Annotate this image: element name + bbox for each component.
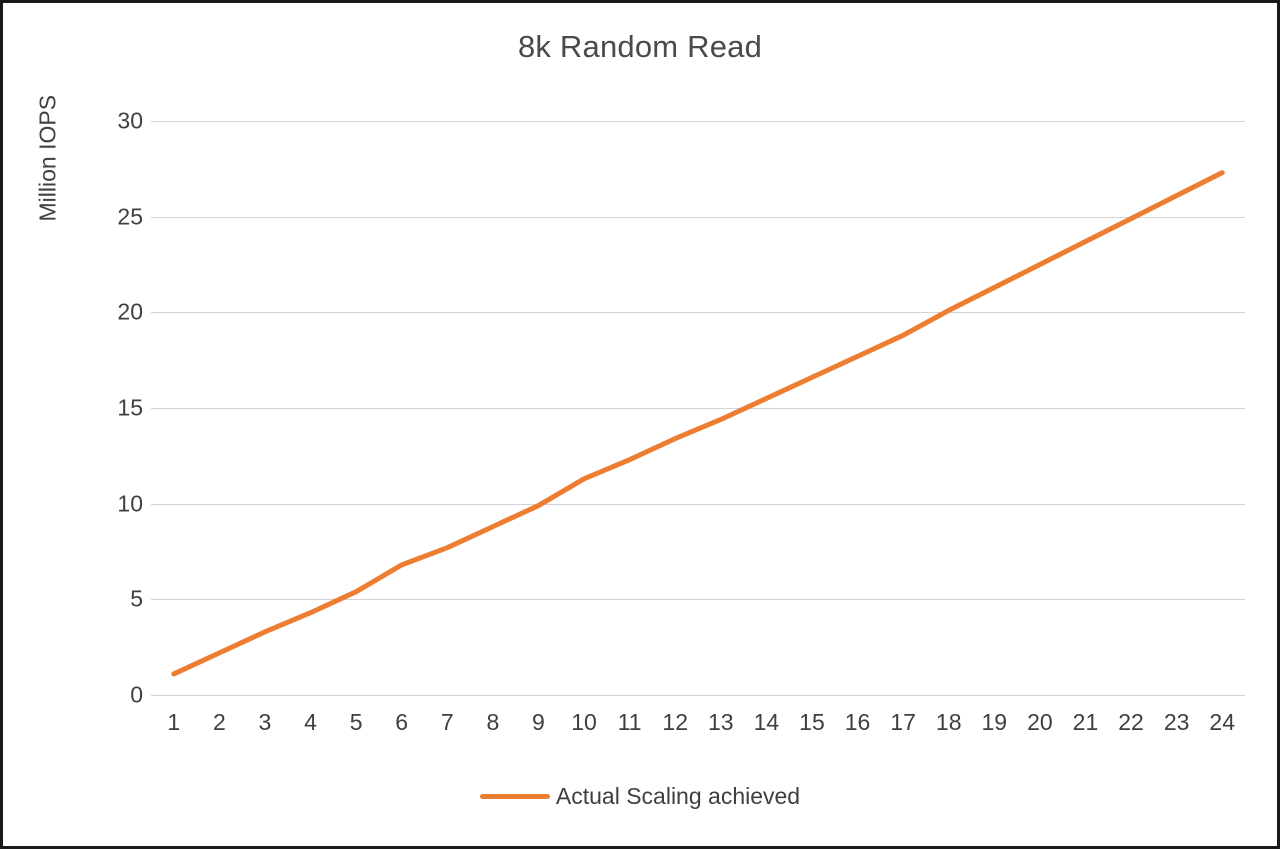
x-axis-tick-label: 20 bbox=[1027, 709, 1053, 735]
y-axis-title-label: Million IOPS bbox=[34, 94, 61, 222]
x-axis-tick-label: 4 bbox=[304, 709, 317, 735]
x-axis-tick-label: 15 bbox=[799, 709, 825, 735]
gridline bbox=[151, 695, 1245, 696]
y-axis-tick-label: 5 bbox=[130, 585, 143, 612]
y-axis-tick-label: 25 bbox=[117, 203, 143, 230]
x-axis-tick-label: 18 bbox=[935, 709, 962, 735]
x-axis-tick-label: 12 bbox=[662, 709, 688, 735]
chart-title: 8k Random Read bbox=[517, 29, 763, 64]
y-axis-tick-label: 0 bbox=[130, 681, 143, 708]
y-axis-tick-label: 30 bbox=[117, 107, 143, 134]
x-axis-tick-label: 3 bbox=[258, 709, 272, 735]
x-axis-tick-label: 10 bbox=[571, 709, 597, 735]
y-axis-tick-label: 20 bbox=[117, 298, 143, 325]
chart-legend: Actual Scaling achieved bbox=[3, 783, 1277, 810]
x-axis-tick-label: 9 bbox=[532, 709, 545, 735]
series-line-actual-scaling-achieved bbox=[171, 170, 1225, 677]
x-axis-tick-labels: 1 2 3 4 5 6 7 8 9 10 11 12 13 14 15 16 17 18 19 20 21 22 23 24 bbox=[151, 709, 1245, 745]
legend-label-actual-scaling-achieved: Actual Scaling achieved bbox=[555, 783, 801, 809]
y-axis-title: Million IOPS bbox=[34, 94, 62, 222]
x-axis-tick-label: 23 bbox=[1163, 709, 1190, 735]
x-axis-tick-label: 14 bbox=[753, 709, 780, 735]
y-axis-tick-labels: 0 5 10 15 20 25 30 bbox=[91, 108, 143, 708]
x-axis-tick-label: 24 bbox=[1209, 709, 1235, 735]
x-axis-tick-label: 13 bbox=[707, 709, 734, 735]
x-axis-tick-label: 7 bbox=[440, 709, 454, 735]
x-axis-tick-label: 6 bbox=[395, 709, 409, 735]
x-axis-tick-label: 19 bbox=[981, 709, 1008, 735]
y-axis-tick-label: 10 bbox=[117, 490, 143, 517]
legend-swatch-actual-scaling-achieved bbox=[479, 794, 550, 799]
x-axis-tick-label: 16 bbox=[844, 709, 871, 735]
x-axis-tick-label: 22 bbox=[1118, 709, 1144, 735]
chart-container: 8k Random Read Million IOPS 0 5 10 15 20 25 30… bbox=[0, 0, 1280, 849]
y-axis-tick-label: 15 bbox=[117, 394, 143, 421]
x-axis-tick-label: 8 bbox=[486, 709, 500, 735]
x-axis-tick-label: 2 bbox=[212, 709, 226, 735]
x-axis-tick-label: 17 bbox=[890, 709, 916, 735]
x-axis-tick-label: 1 bbox=[167, 709, 181, 735]
x-axis-tick-label: 5 bbox=[349, 709, 363, 735]
x-axis-tick-label: 11 bbox=[617, 709, 642, 735]
x-axis-tick-label: 21 bbox=[1072, 709, 1099, 735]
plot-area bbox=[151, 121, 1245, 696]
